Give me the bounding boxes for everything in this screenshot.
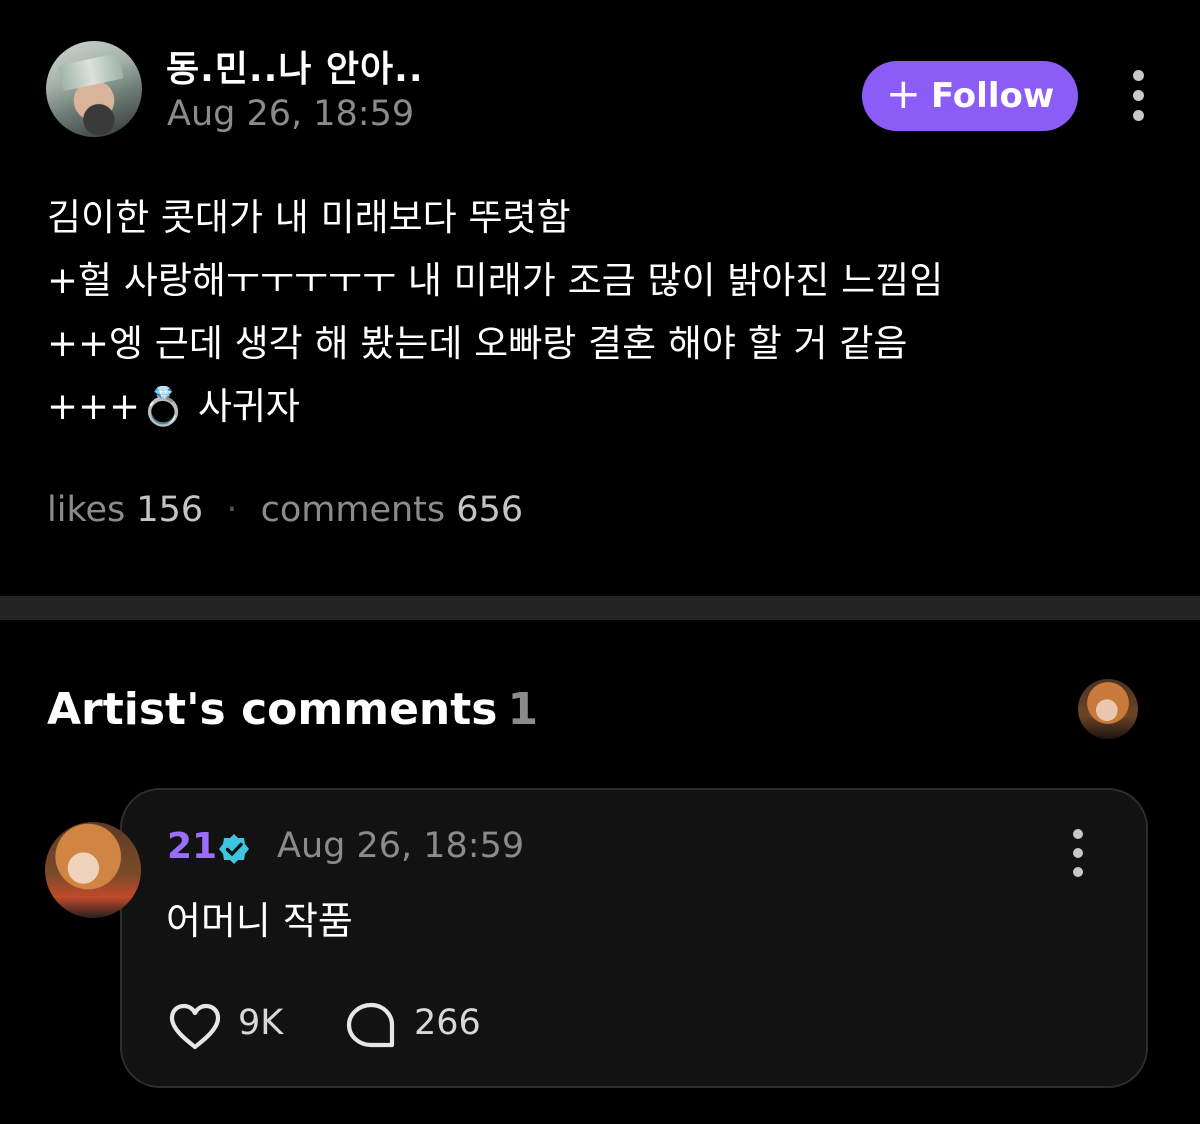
section-divider [0, 596, 1200, 620]
post-stats: likes 156 · comments 656 [47, 490, 523, 530]
commenter-name[interactable]: 21 [167, 826, 217, 867]
follow-button[interactable]: + Follow [862, 61, 1078, 131]
artist-avatar[interactable] [1078, 679, 1138, 739]
comment-date: Aug 26, 18:59 [277, 826, 525, 866]
comment-bubble-icon[interactable] [345, 1001, 397, 1051]
heart-icon[interactable] [168, 1003, 222, 1051]
post-date: Aug 26, 18:59 [167, 94, 415, 134]
artist-comments-heading: Artist's comments 1 [47, 684, 538, 735]
comment-like-count: 9K [238, 1003, 284, 1043]
post-body-line: +++💍 사귀자 [47, 385, 300, 428]
post-author-avatar[interactable] [46, 41, 142, 137]
stats-separator: · [226, 490, 238, 530]
post-more-options-icon[interactable] [1128, 70, 1148, 121]
comment-text: 어머니 작품 [166, 899, 353, 943]
verified-badge-icon [219, 834, 249, 864]
artist-comments-count: 1 [507, 684, 539, 735]
likes-count: 156 [136, 490, 204, 530]
artist-comments-title: Artist's comments [47, 684, 498, 735]
comment-more-options-icon[interactable] [1068, 829, 1088, 877]
post-body-line: 김이한 콧대가 내 미래보다 뚜렷함 [47, 196, 571, 239]
follow-button-label: Follow [930, 76, 1055, 116]
post-body: 김이한 콧대가 내 미래보다 뚜렷함 +헐 사랑해ㅜㅜㅜㅜㅜ 내 미래가 조금 … [47, 186, 1157, 438]
comment-reply-count: 266 [414, 1003, 481, 1043]
post-body-line: +헐 사랑해ㅜㅜㅜㅜㅜ 내 미래가 조금 많이 밝아진 느낌임 [47, 259, 944, 302]
plus-icon: + [885, 69, 921, 118]
post-author-name[interactable]: 동.민..나 안아.. [166, 40, 424, 92]
likes-label: likes [47, 490, 126, 530]
post-body-line: ++엥 근데 생각 해 봤는데 오빠랑 결혼 해야 할 거 같음 [47, 322, 908, 365]
commenter-avatar[interactable] [45, 822, 141, 918]
comments-count[interactable]: 656 [456, 490, 523, 530]
comments-label[interactable]: comments [261, 490, 446, 530]
